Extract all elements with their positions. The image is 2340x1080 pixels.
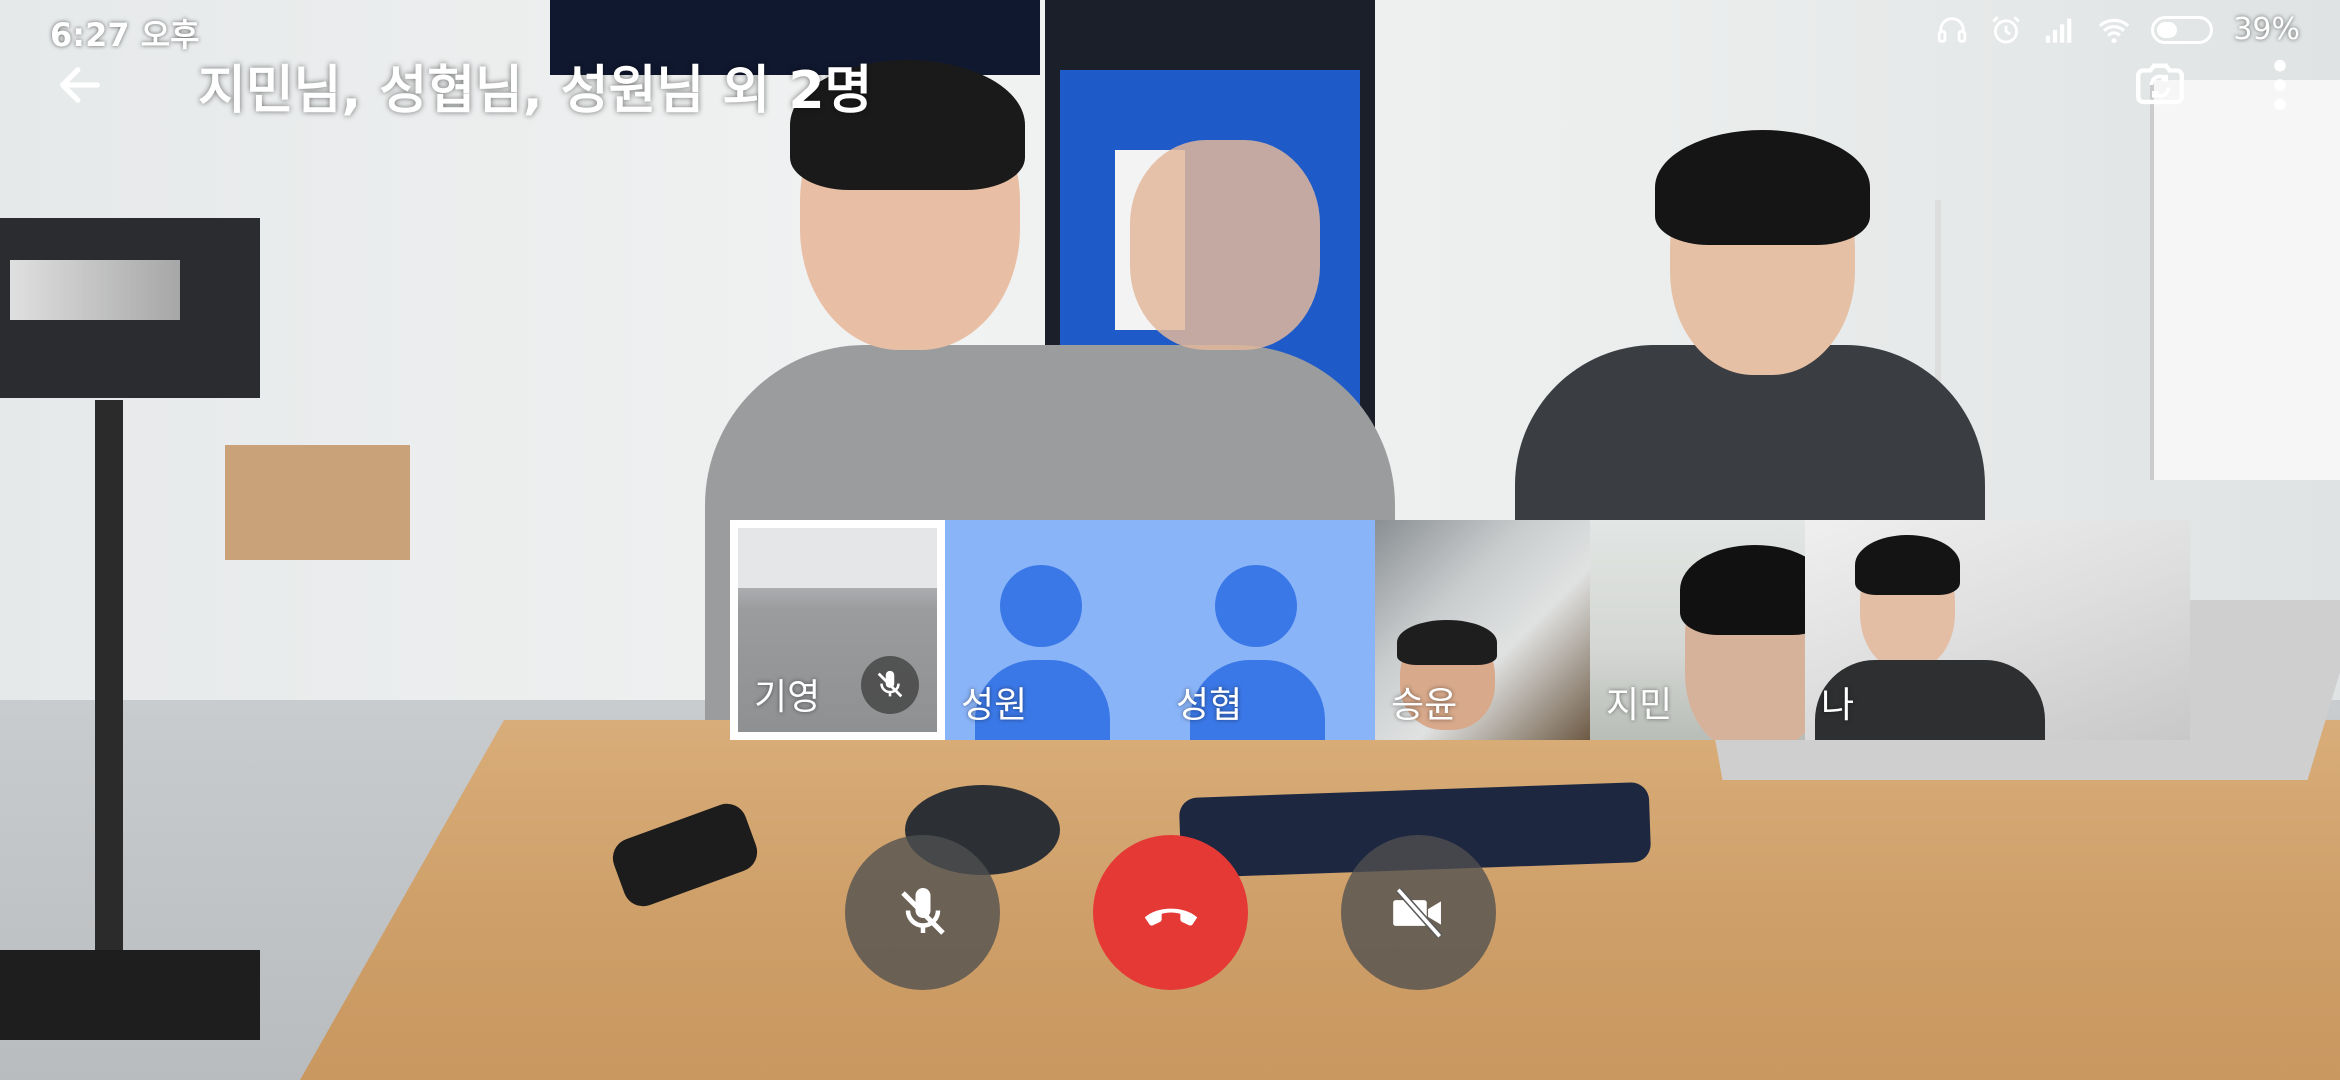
participant-muted-indicator bbox=[861, 656, 919, 714]
video-monitor-base bbox=[0, 950, 260, 1040]
call-title: 지민님, 성협님, 성원님 외 2명 bbox=[198, 61, 873, 121]
back-button[interactable] bbox=[40, 45, 120, 125]
wifi-icon bbox=[2099, 18, 2130, 43]
mute-mic-button[interactable] bbox=[845, 835, 1000, 990]
more-vert-icon bbox=[2274, 59, 2286, 111]
headset-icon bbox=[1938, 16, 1967, 43]
participant-tile-seonghyeop[interactable]: 성협 bbox=[1160, 520, 1375, 740]
more-button[interactable] bbox=[2250, 45, 2310, 125]
video-box bbox=[225, 445, 410, 560]
mic-off-icon bbox=[877, 670, 903, 698]
participant-tile-jimin[interactable]: 지민 bbox=[1590, 520, 1805, 740]
participant-video-detail bbox=[738, 528, 937, 588]
switch-camera-button[interactable] bbox=[2120, 45, 2200, 125]
participant-tile-seungyun[interactable]: 승윤 bbox=[1375, 520, 1590, 740]
video-monitor-stand bbox=[95, 400, 123, 960]
participant-tile-giyoung[interactable]: 기영 bbox=[730, 520, 945, 740]
video-whiteboard bbox=[2150, 80, 2340, 480]
video-person-2-hair bbox=[1655, 130, 1870, 245]
participant-video-hair bbox=[1397, 620, 1497, 665]
participant-name: 나 bbox=[1821, 685, 1855, 726]
participant-name: 승윤 bbox=[1391, 685, 1458, 726]
participant-name: 지민 bbox=[1606, 685, 1673, 726]
end-call-button[interactable] bbox=[1093, 835, 1248, 990]
call-end-icon bbox=[1144, 908, 1197, 926]
videocam-off-icon bbox=[1392, 887, 1442, 938]
mic-off-icon bbox=[900, 887, 945, 935]
participant-video-hair bbox=[1855, 535, 1960, 595]
participant-name: 성협 bbox=[1176, 685, 1243, 726]
participant-tile-seongwon[interactable]: 성원 bbox=[945, 520, 1160, 740]
battery-level bbox=[2157, 21, 2178, 38]
arrow-back-icon bbox=[60, 67, 100, 103]
alarm-icon bbox=[1992, 15, 2021, 43]
status-icons: 39% bbox=[1935, 12, 2300, 47]
video-monitor-screen bbox=[10, 260, 180, 320]
participant-strip: 기영 성원 성협 승윤 지민 나 bbox=[730, 520, 2190, 740]
video-person-1-arm bbox=[1130, 140, 1320, 350]
participant-name: 기영 bbox=[754, 677, 821, 718]
participant-name: 성원 bbox=[961, 685, 1028, 726]
person-avatar-icon bbox=[1215, 565, 1297, 647]
battery-percent: 39% bbox=[2233, 12, 2300, 47]
battery-icon bbox=[2151, 15, 2214, 44]
toggle-camera-button[interactable] bbox=[1341, 835, 1496, 990]
participant-tile-self[interactable]: 나 bbox=[1805, 520, 2190, 740]
person-avatar-icon bbox=[1000, 565, 1082, 647]
signal-icon bbox=[2046, 18, 2072, 43]
switch-camera-icon bbox=[2136, 63, 2184, 105]
